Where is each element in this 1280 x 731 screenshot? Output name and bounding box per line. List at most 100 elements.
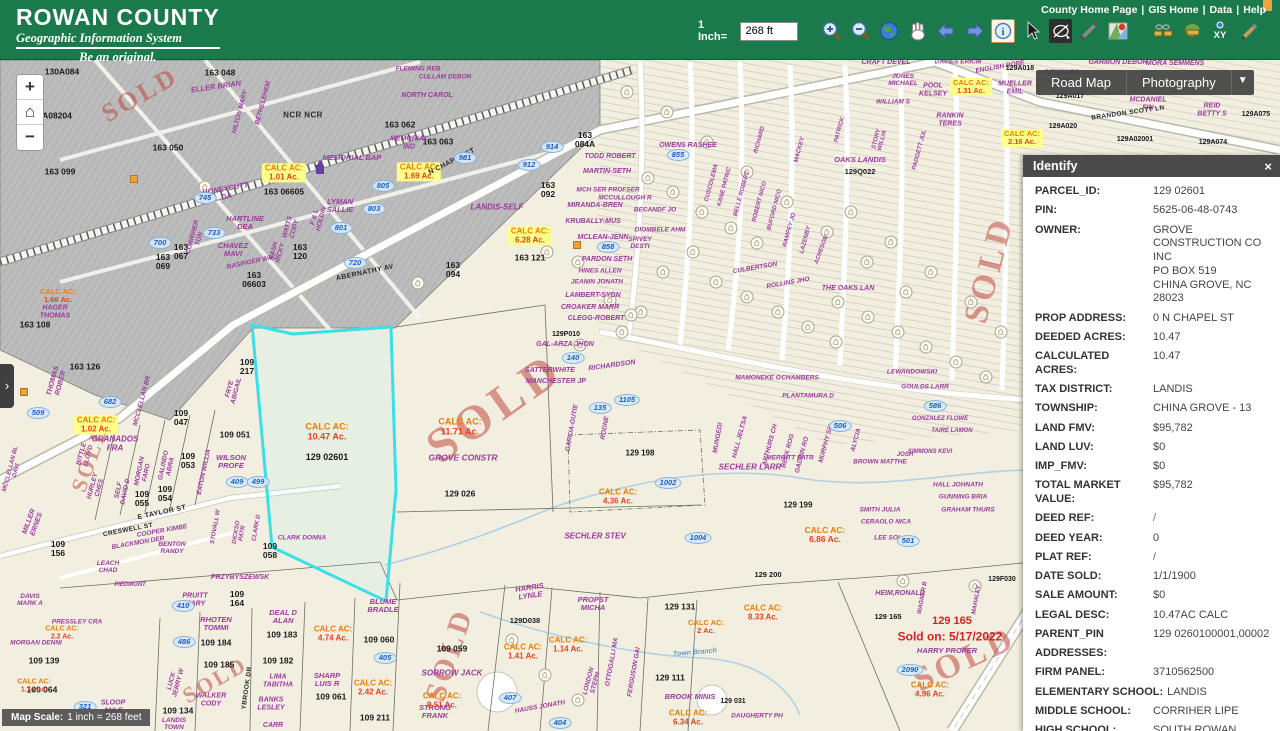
select-pointer-icon[interactable]: [1020, 19, 1044, 43]
field-value: 10.47: [1153, 331, 1181, 345]
field-label: DATE SOLD:: [1035, 570, 1153, 584]
field-label: SALE AMOUNT:: [1035, 589, 1153, 603]
field-value: 0: [1153, 532, 1159, 546]
field-value: 1/1/1900: [1153, 570, 1196, 584]
identify-field-row: MIDDLE SCHOOL:CORRIHER LIPE: [1035, 705, 1270, 719]
basemap-dropdown-caret[interactable]: ▼: [1232, 70, 1254, 95]
field-value: SOUTH ROWAN: [1153, 724, 1236, 731]
gis-application: 130A084163 048ELLER BRIANBETHELEHEMHILTO…: [0, 0, 1280, 731]
identify-field-row: DEED REF:/: [1035, 512, 1270, 526]
field-label: HIGH SCHOOL:: [1035, 724, 1153, 731]
identify-field-row: LEGAL DESC:10.47AC CALC: [1035, 609, 1270, 623]
field-label: PROP ADDRESS:: [1035, 312, 1153, 326]
identify-field-row: SALE AMOUNT:$0: [1035, 589, 1270, 603]
field-label: PLAT REF:: [1035, 551, 1153, 565]
field-label: DEED REF:: [1035, 512, 1153, 526]
measure-area-icon[interactable]: [1180, 19, 1204, 43]
toolbar: 1 Inch= i: [698, 19, 1280, 43]
link-separator: |: [1141, 4, 1144, 16]
full-extent-globe-icon[interactable]: [877, 19, 901, 43]
building-marker-icon: [130, 175, 138, 183]
field-label: DEEDED ACRES:: [1035, 331, 1153, 345]
field-label: LEGAL DESC:: [1035, 609, 1153, 623]
field-value: $0: [1153, 589, 1165, 603]
field-label: PIN:: [1035, 204, 1153, 218]
xy-coordinates-icon[interactable]: XY: [1208, 19, 1232, 43]
identify-panel-title: Identify: [1033, 159, 1264, 173]
field-value: 5625-06-48-0743: [1153, 204, 1237, 218]
next-extent-icon[interactable]: [963, 19, 987, 43]
map-home-button[interactable]: ⌂: [17, 100, 43, 125]
field-value: 10.47: [1153, 350, 1181, 378]
identify-field-row: FIRM PANEL:3710562500: [1035, 666, 1270, 680]
field-value: $0: [1153, 441, 1165, 455]
field-value: 129 02601: [1153, 185, 1205, 199]
logo-tagline: Be an original.: [16, 50, 220, 65]
field-value: 129 0260100001,00002: [1153, 628, 1269, 642]
scale-input[interactable]: [740, 22, 798, 41]
measure-line-icon[interactable]: [1077, 19, 1101, 43]
identify-panel-body: PARCEL_ID:129 02601PIN:5625-06-48-0743OW…: [1023, 177, 1280, 731]
field-label: LAND LUV:: [1035, 441, 1153, 455]
scale-input-label: 1 Inch=: [698, 19, 735, 43]
identify-field-row: TOTAL MARKET VALUE:$95,782: [1035, 479, 1270, 507]
link-separator: |: [1236, 4, 1239, 16]
field-value[interactable]: /: [1153, 551, 1156, 565]
map-zoom-control: + ⌂ −: [16, 74, 44, 151]
measure-distance-icon[interactable]: [1151, 19, 1175, 43]
draw-pencil-icon[interactable]: [1237, 19, 1261, 43]
field-label: PARCEL_ID:: [1035, 185, 1153, 199]
identify-field-row: DEED YEAR:0: [1035, 532, 1270, 546]
identify-field-row: DEEDED ACRES:10.47: [1035, 331, 1270, 345]
map-scale-value: 1 inch = 268 feet: [67, 712, 141, 723]
field-label: PARENT_PIN: [1035, 628, 1153, 642]
header-links[interactable]: County Home Page|GIS Home|Data|Help: [1041, 4, 1266, 16]
rowan-county-logo: ROWAN COUNTY Geographic Information Syst…: [16, 4, 220, 65]
google-maps-icon[interactable]: [1106, 19, 1130, 43]
header-link[interactable]: County Home Page: [1041, 4, 1137, 16]
header-link[interactable]: GIS Home: [1148, 4, 1198, 16]
identify-tool-icon[interactable]: i: [991, 19, 1015, 43]
identify-field-row: HIGH SCHOOL:SOUTH ROWAN: [1035, 724, 1270, 731]
road-map-button[interactable]: Road Map: [1036, 70, 1127, 95]
close-icon[interactable]: ×: [1264, 159, 1272, 174]
identify-field-row: LAND LUV:$0: [1035, 441, 1270, 455]
map-zoom-out-button[interactable]: −: [17, 125, 43, 150]
identify-panel-header[interactable]: Identify ×: [1023, 155, 1280, 177]
identify-panel: Identify × PARCEL_ID:129 02601PIN:5625-0…: [1023, 155, 1280, 731]
identify-field-row: TOWNSHIP:CHINA GROVE - 13: [1035, 402, 1270, 416]
zoom-in-icon[interactable]: [820, 19, 844, 43]
identify-field-row: CALCULATED ACRES:10.47: [1035, 350, 1270, 378]
identify-field-row: PARENT_PIN129 0260100001,00002: [1035, 628, 1270, 642]
photography-button[interactable]: Photography: [1127, 70, 1232, 95]
church-icon: [312, 160, 328, 176]
header-link[interactable]: Help: [1243, 4, 1266, 16]
side-panel-toggle[interactable]: ›: [0, 364, 14, 408]
field-value[interactable]: /: [1153, 512, 1156, 526]
field-label: IMP_FMV:: [1035, 460, 1153, 474]
deselect-tool-icon[interactable]: [1049, 19, 1073, 43]
field-label: DEED YEAR:: [1035, 532, 1153, 546]
map-zoom-in-button[interactable]: +: [17, 75, 43, 100]
field-label: CALCULATED ACRES:: [1035, 350, 1153, 378]
field-label: FIRM PANEL:: [1035, 666, 1153, 680]
logo-subtitle: Geographic Information System: [16, 31, 220, 49]
identify-field-row: PIN:5625-06-48-0743: [1035, 204, 1270, 218]
field-label: ADDRESSES:: [1035, 647, 1153, 661]
identify-field-row: PROP ADDRESS:0 N CHAPEL ST: [1035, 312, 1270, 326]
field-value: 3710562500: [1153, 666, 1214, 680]
previous-extent-icon[interactable]: [934, 19, 958, 43]
building-marker-icon: [20, 388, 28, 396]
field-value: CHINA GROVE - 13: [1153, 402, 1251, 416]
field-value: GROVE CONSTRUCTION CO INC PO BOX 519 CHI…: [1153, 224, 1270, 307]
field-value: $95,782: [1153, 422, 1193, 436]
field-value: $95,782: [1153, 479, 1193, 507]
identify-field-row: OWNER:GROVE CONSTRUCTION CO INC PO BOX 5…: [1035, 224, 1270, 307]
field-label: LAND FMV:: [1035, 422, 1153, 436]
building-marker-icon: [573, 241, 581, 249]
pan-hand-icon[interactable]: [906, 19, 930, 43]
header-link[interactable]: Data: [1210, 4, 1233, 16]
field-label: MIDDLE SCHOOL:: [1035, 705, 1153, 719]
zoom-out-icon[interactable]: [849, 19, 873, 43]
field-value: LANDIS: [1153, 383, 1193, 397]
